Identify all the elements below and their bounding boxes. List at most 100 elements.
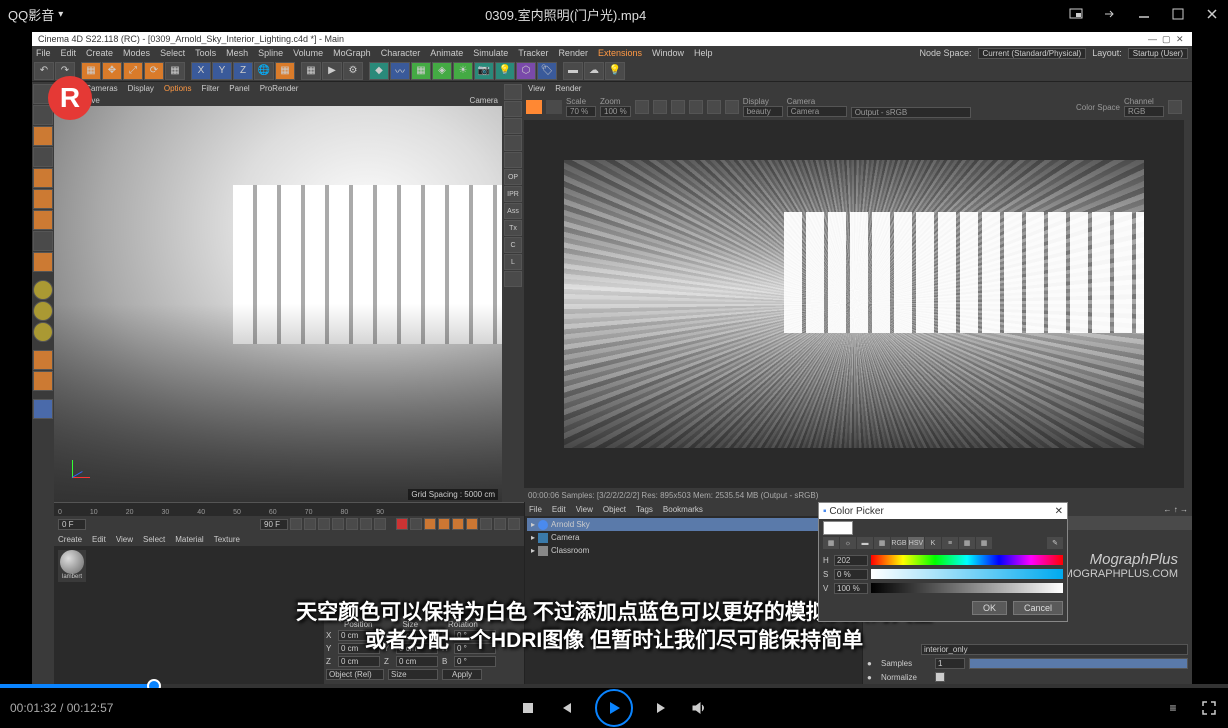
material-lambert[interactable]: lambert xyxy=(58,550,86,582)
cp-tab-2[interactable]: ▬ xyxy=(857,537,873,549)
layout-dropdown[interactable]: Startup (User) xyxy=(1128,48,1188,59)
vp-tab-options[interactable]: Options xyxy=(164,84,192,93)
tool-x-lock[interactable]: X xyxy=(191,62,211,80)
menu-volume[interactable]: Volume xyxy=(293,48,323,58)
coord-apply-button[interactable]: Apply xyxy=(442,669,482,680)
coord-size-mode[interactable]: Size xyxy=(388,669,438,680)
tool-z-lock[interactable]: Z xyxy=(233,62,253,80)
ipr-btn-c[interactable]: C xyxy=(504,237,522,253)
cp-ok-button[interactable]: OK xyxy=(972,601,1007,615)
tl-key-p[interactable] xyxy=(424,518,436,530)
lt-edge[interactable] xyxy=(33,189,53,209)
cp-tab-0[interactable]: ▦ xyxy=(823,537,839,549)
menu-animate[interactable]: Animate xyxy=(430,48,463,58)
ipr-btn-tx[interactable]: Tx xyxy=(504,220,522,236)
menu-tools[interactable]: Tools xyxy=(195,48,216,58)
ontop-icon[interactable] xyxy=(1102,6,1118,22)
display-dropdown[interactable]: beauty xyxy=(743,106,783,117)
stop-button[interactable] xyxy=(519,699,537,717)
zoom-field[interactable]: 100 % xyxy=(600,106,631,117)
cp-s-slider[interactable] xyxy=(871,569,1063,579)
rv-btn-1[interactable] xyxy=(635,100,649,114)
fullscreen-icon[interactable] xyxy=(1200,699,1218,717)
rv-snapshot[interactable] xyxy=(1168,100,1182,114)
tl-autokey[interactable] xyxy=(410,518,422,530)
om-view[interactable]: View xyxy=(576,505,593,514)
tool-camera[interactable]: 📷 xyxy=(474,62,494,80)
menu-edit[interactable]: Edit xyxy=(61,48,77,58)
menu-simulate[interactable]: Simulate xyxy=(473,48,508,58)
mat-edit[interactable]: Edit xyxy=(92,535,106,544)
menu-mograph[interactable]: MoGraph xyxy=(333,48,371,58)
tool-render-view[interactable]: ▶ xyxy=(322,62,342,80)
ipr-btn-op[interactable]: OP xyxy=(504,169,522,185)
menu-tracker[interactable]: Tracker xyxy=(518,48,548,58)
cp-tab-1[interactable]: ☼ xyxy=(840,537,856,549)
rv-btn-3[interactable] xyxy=(671,100,685,114)
tl-play[interactable] xyxy=(332,518,344,530)
scale-field[interactable]: 70 % xyxy=(566,106,596,117)
menu-extensions[interactable]: Extensions xyxy=(598,48,642,58)
tool-light[interactable]: 💡 xyxy=(495,62,515,80)
cp-tab-7[interactable]: ≡ xyxy=(942,537,958,549)
tree-classroom[interactable]: ▸Classroom xyxy=(527,544,860,557)
ipr-btn-1[interactable] xyxy=(504,101,522,117)
c4d-max-icon[interactable]: ▢ xyxy=(1162,34,1172,44)
lt-object[interactable] xyxy=(33,126,53,146)
vp-tab-prorender[interactable]: ProRender xyxy=(260,84,299,93)
channel-dropdown[interactable]: RGB xyxy=(1124,106,1164,117)
tl-prev[interactable] xyxy=(318,518,330,530)
rv-btn-5[interactable] xyxy=(707,100,721,114)
menu-file[interactable]: File xyxy=(36,48,51,58)
ipr-play-button[interactable] xyxy=(526,100,542,114)
vp-tab-filter[interactable]: Filter xyxy=(201,84,219,93)
tool-field[interactable]: ⬡ xyxy=(516,62,536,80)
minimize-icon[interactable] xyxy=(1136,6,1152,22)
tool-spline[interactable]: 〰 xyxy=(390,62,410,80)
vp-tab-display[interactable]: Display xyxy=(128,84,154,93)
tool-rotate[interactable]: ⟳ xyxy=(144,62,164,80)
tool-undo[interactable]: ↶ xyxy=(34,62,54,80)
cp-h-field[interactable]: 202 xyxy=(834,555,868,566)
size-z[interactable]: 0 cm xyxy=(396,656,438,667)
c4d-close-icon[interactable]: ✕ xyxy=(1176,34,1186,44)
timeline-ruler[interactable]: 0 10 20 30 40 50 60 70 80 90 xyxy=(54,502,524,516)
tool-render-settings[interactable]: ▦ xyxy=(301,62,321,80)
om-object[interactable]: Object xyxy=(603,505,626,514)
maximize-icon[interactable] xyxy=(1170,6,1186,22)
tl-key-s[interactable] xyxy=(438,518,450,530)
tool-world[interactable]: 🌐 xyxy=(254,62,274,80)
tool-environment[interactable]: ☀ xyxy=(453,62,473,80)
tl-next[interactable] xyxy=(346,518,358,530)
coord-mode[interactable]: Object (Rel) xyxy=(326,669,384,680)
ipr-btn-ass[interactable]: Ass xyxy=(504,203,522,219)
rv-menu-view[interactable]: View xyxy=(528,84,545,93)
ipr-btn-2[interactable] xyxy=(504,118,522,134)
cp-tab-hsv[interactable]: HSV xyxy=(908,537,924,549)
cp-tab-rgb[interactable]: RGB xyxy=(891,537,907,549)
app-name[interactable]: QQ影音▾ xyxy=(8,5,63,24)
render-view[interactable] xyxy=(524,120,1184,488)
cp-v-field[interactable]: 100 % xyxy=(834,583,868,594)
volume-button[interactable] xyxy=(691,699,709,717)
menu-mesh[interactable]: Mesh xyxy=(226,48,248,58)
ipr-btn-l[interactable]: L xyxy=(504,254,522,270)
ipr-pause-button[interactable] xyxy=(546,100,562,114)
tl-prev-key[interactable] xyxy=(304,518,316,530)
cp-h-slider[interactable] xyxy=(871,555,1063,565)
tl-key-pl[interactable] xyxy=(480,518,492,530)
lt-poly[interactable] xyxy=(33,210,53,230)
tool-deformer[interactable]: ◈ xyxy=(432,62,452,80)
pos-z[interactable]: 0 cm xyxy=(338,656,380,667)
lt-quantize[interactable] xyxy=(33,371,53,391)
lt-snap3[interactable] xyxy=(33,322,53,342)
cp-close-button[interactable]: ✕ xyxy=(1055,506,1063,517)
rv-btn-6[interactable] xyxy=(725,100,739,114)
tl-last[interactable] xyxy=(374,518,386,530)
cp-tab-k[interactable]: K xyxy=(925,537,941,549)
tl-key-o2[interactable] xyxy=(508,518,520,530)
prev-button[interactable] xyxy=(557,699,575,717)
tool-render-pic[interactable]: ⚙ xyxy=(343,62,363,80)
lt-point[interactable] xyxy=(33,168,53,188)
cp-eyedropper-icon[interactable]: ✎ xyxy=(1047,537,1063,549)
